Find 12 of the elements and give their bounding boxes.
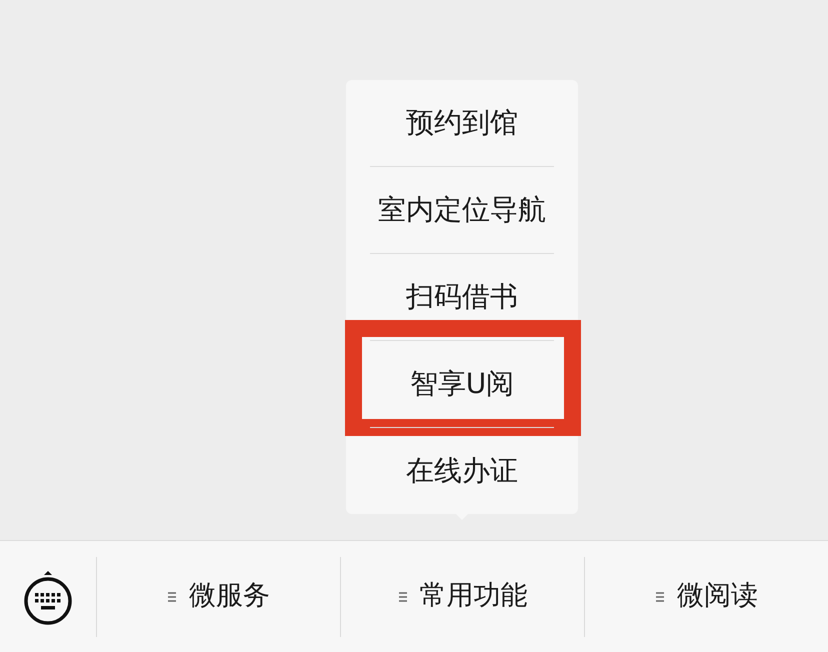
menu-item[interactable]: 扫码借书	[346, 254, 578, 340]
keyboard-icon	[23, 568, 73, 624]
menu-icon	[655, 590, 665, 602]
menu-tab[interactable]: 微服务	[167, 576, 270, 617]
menu-item[interactable]: 预约到馆	[346, 80, 578, 166]
menu-tab[interactable]: 常用功能	[398, 576, 528, 617]
menu-item[interactable]: 智享U阅	[346, 341, 578, 427]
menu-item[interactable]: 室内定位导航	[346, 167, 578, 253]
menu-icon	[167, 590, 177, 602]
menu-tab[interactable]: 微阅读	[655, 576, 758, 617]
menu-item[interactable]: 在线办证	[346, 428, 578, 514]
menu-icon	[398, 590, 408, 602]
